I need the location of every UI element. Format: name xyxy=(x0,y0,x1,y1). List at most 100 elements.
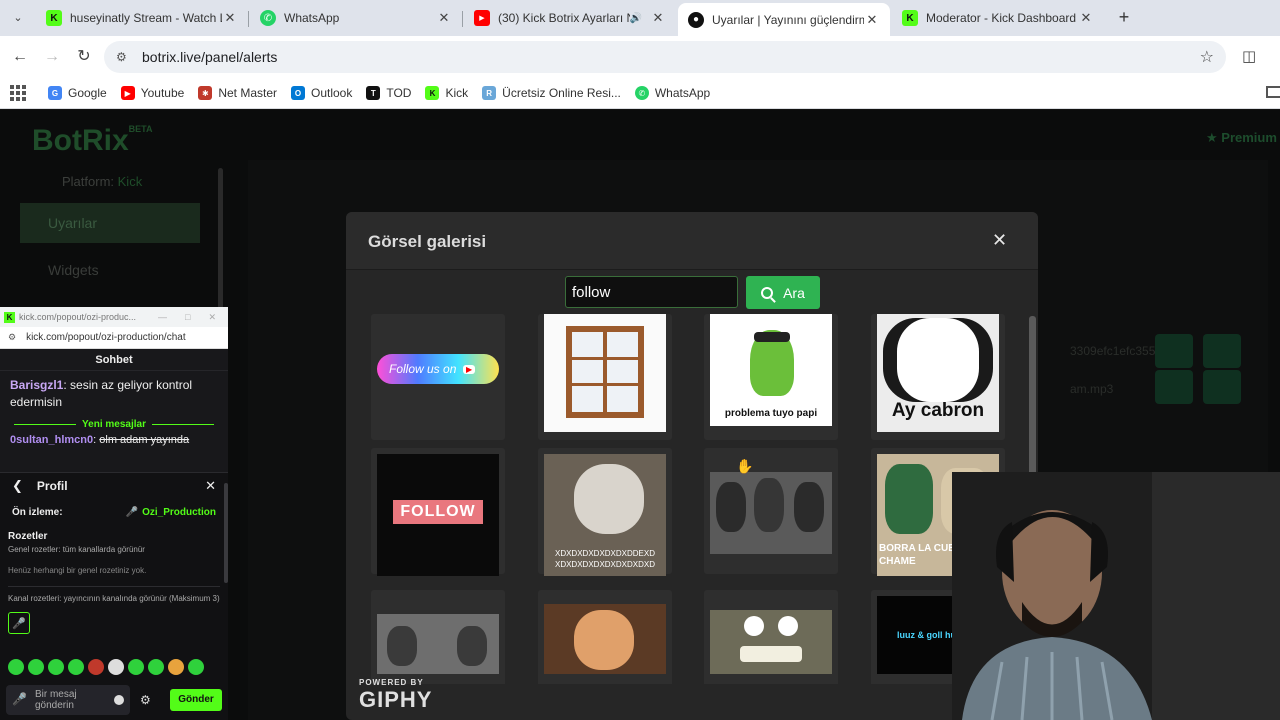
gif-follow-pink: FOLLOW xyxy=(377,454,499,576)
bookmark-google[interactable]: G Google xyxy=(48,86,107,100)
emote-icon[interactable] xyxy=(148,659,164,675)
chat-message-input[interactable]: 🎤 Bir mesaj gönderin xyxy=(6,684,130,715)
gallery-item[interactable]: Follow us on ▶ xyxy=(371,314,505,440)
bookmark-folder-icon[interactable] xyxy=(1266,86,1280,98)
kick-icon: K xyxy=(425,86,440,100)
chat-username[interactable]: 0sultan_hlmcn0 xyxy=(10,434,93,446)
chat-title: Sohbet xyxy=(0,349,228,371)
emote-icon[interactable] xyxy=(128,659,144,675)
site-settings-icon[interactable]: ⚙ xyxy=(8,332,16,343)
close-tab-icon[interactable]: ✕ xyxy=(436,10,452,26)
close-icon[interactable]: ✕ xyxy=(205,478,216,494)
url-text: botrix.live/panel/alerts xyxy=(142,49,278,65)
profile-scrollbar[interactable] xyxy=(224,483,228,583)
gallery-item[interactable] xyxy=(704,590,838,684)
search-button[interactable]: Ara xyxy=(746,276,820,309)
popout-address-bar[interactable]: ⚙ kick.com/popout/ozi-production/chat xyxy=(0,327,228,349)
kick-icon: K xyxy=(46,10,62,26)
close-tab-icon[interactable]: ✕ xyxy=(650,10,666,26)
sidebar-item-alerts[interactable]: Uyarılar xyxy=(20,203,200,243)
gif-search-input[interactable] xyxy=(565,276,738,308)
emote-icon[interactable] xyxy=(88,659,104,675)
emote-icon[interactable] xyxy=(68,659,84,675)
emote-icon[interactable] xyxy=(108,659,124,675)
gif-dog-ay-cabron: Ay cabron xyxy=(877,314,999,432)
close-tab-icon[interactable]: ✕ xyxy=(222,10,238,26)
tab-search-chevron-icon[interactable]: ⌄ xyxy=(8,8,28,28)
bookmark-outlook[interactable]: O Outlook xyxy=(291,86,352,100)
close-tab-icon[interactable]: ✕ xyxy=(864,12,880,28)
bookmark-youtube[interactable]: ▶ Youtube xyxy=(120,86,184,100)
tab-youtube-botrix[interactable]: ▶ (30) Kick Botrix Ayarları Nasıl 🔊 ✕ xyxy=(464,4,676,32)
chat-message: Barisgzl1: sesin az geliyor kontrol eder… xyxy=(10,378,193,409)
gallery-item[interactable]: FOLLOW xyxy=(371,448,505,576)
gear-icon[interactable]: ⚙ xyxy=(140,693,151,707)
maximize-icon[interactable]: □ xyxy=(185,312,190,323)
resize-icon: R xyxy=(482,86,497,100)
emote-icon[interactable] xyxy=(188,659,204,675)
badges-title: Rozetler xyxy=(8,531,48,542)
back-chevron-icon[interactable]: ❮ xyxy=(12,478,23,494)
bookmark-net-master[interactable]: ✱ Net Master xyxy=(198,86,277,100)
gallery-button[interactable] xyxy=(1203,370,1241,404)
bookmark-tod[interactable]: T TOD xyxy=(366,86,411,100)
tab-whatsapp[interactable]: ✆ WhatsApp ✕ xyxy=(250,4,462,32)
address-bar[interactable]: ⚙ botrix.live/panel/alerts ☆ xyxy=(104,41,1226,73)
close-icon[interactable]: ✕ xyxy=(208,312,216,323)
gallery-item[interactable]: XDXDXDXDXDXDXDDEXD XDXDXDXDXDXDXDXDXD xyxy=(538,448,672,576)
emoji-icon[interactable] xyxy=(114,694,124,705)
apps-grid-icon[interactable] xyxy=(10,85,26,101)
minimize-icon[interactable]: — xyxy=(158,312,167,323)
bookmark-resize[interactable]: R Ücretsiz Online Resi... xyxy=(482,86,621,100)
audio-playing-icon[interactable]: 🔊 xyxy=(630,13,642,24)
profile-header: ❮ Profil ✕ xyxy=(12,478,216,494)
preview-row: Ön izleme: 🎤 Ozi_Production xyxy=(12,506,216,518)
google-icon: G xyxy=(48,86,62,100)
extensions-icon[interactable]: ◫ xyxy=(1242,47,1256,65)
close-tab-icon[interactable]: ✕ xyxy=(1078,10,1094,26)
back-arrow-icon[interactable]: ← xyxy=(10,47,30,67)
bookmark-whatsapp[interactable]: ✆ WhatsApp xyxy=(634,86,710,100)
emote-icon[interactable] xyxy=(48,659,64,675)
emote-icon[interactable] xyxy=(8,659,24,675)
gallery-item[interactable] xyxy=(371,590,505,684)
bookmark-star-icon[interactable]: ☆ xyxy=(1200,47,1214,67)
gallery-item[interactable] xyxy=(704,448,838,574)
forward-arrow-icon[interactable]: → xyxy=(42,47,62,67)
gif-gallery: Follow us on ▶ problema tuyo papi Ay cab… xyxy=(346,314,1038,684)
gallery-item[interactable]: problema tuyo papi xyxy=(704,314,838,440)
gif-frog: problema tuyo papi xyxy=(710,314,832,426)
gif-follow-us-on-youtube: Follow us on ▶ xyxy=(377,354,499,384)
upload-button[interactable] xyxy=(1155,334,1193,368)
mouse-cursor-icon: ✋ xyxy=(736,458,754,474)
gallery-button[interactable] xyxy=(1203,334,1241,368)
kick-chat-popout: K kick.com/popout/ozi-produc... — □ ✕ ⚙ ki… xyxy=(0,307,228,720)
gallery-scrollbar[interactable] xyxy=(1029,316,1036,476)
botrix-icon: ● xyxy=(688,11,704,28)
site-settings-icon[interactable]: ⚙ xyxy=(116,50,134,64)
premium-link[interactable]: ★ Premium xyxy=(1206,130,1277,146)
chat-message: 0sultan_hlmcn0: olm adam yayında xyxy=(10,434,190,446)
chat-username[interactable]: Barisgzl1 xyxy=(10,378,63,392)
webcam-overlay xyxy=(952,472,1280,720)
bookmarks-bar: G Google ▶ Youtube ✱ Net Master O Outlook TT… xyxy=(0,78,1280,109)
send-button[interactable]: Gönder xyxy=(170,688,222,711)
microphone-badge-icon[interactable]: 🎤 xyxy=(8,612,30,634)
emote-icon[interactable] xyxy=(28,659,44,675)
emote-icon[interactable] xyxy=(168,659,184,675)
close-icon[interactable]: ✕ xyxy=(992,230,1007,251)
new-tab-plus-icon[interactable]: + xyxy=(1114,8,1134,28)
tab-huseyinatly-stream[interactable]: K huseyinatly Stream - Watch Live ✕ xyxy=(36,4,248,32)
bookmark-kick[interactable]: K Kick xyxy=(425,86,468,100)
upload-button[interactable] xyxy=(1155,370,1193,404)
gallery-item[interactable] xyxy=(538,590,672,684)
reload-icon[interactable]: ↻ xyxy=(74,47,94,67)
emote-bar xyxy=(8,659,204,675)
tab-kick-moderator[interactable]: K Moderator - Kick Dashboard ✕ xyxy=(892,4,1104,32)
tab-botrix-alerts[interactable]: ● Uyarılar | Yayınını güçlendirmek ✕ xyxy=(678,3,890,36)
browser-toolbar: ← → ↻ ⚙ botrix.live/panel/alerts ☆ ◫ xyxy=(0,36,1280,78)
gallery-item[interactable]: Ay cabron xyxy=(871,314,1005,440)
gallery-item[interactable] xyxy=(538,314,672,440)
sidebar-item-widgets[interactable]: Widgets xyxy=(20,250,200,290)
giphy-attribution: POWERED BY GIPHY xyxy=(359,678,433,712)
